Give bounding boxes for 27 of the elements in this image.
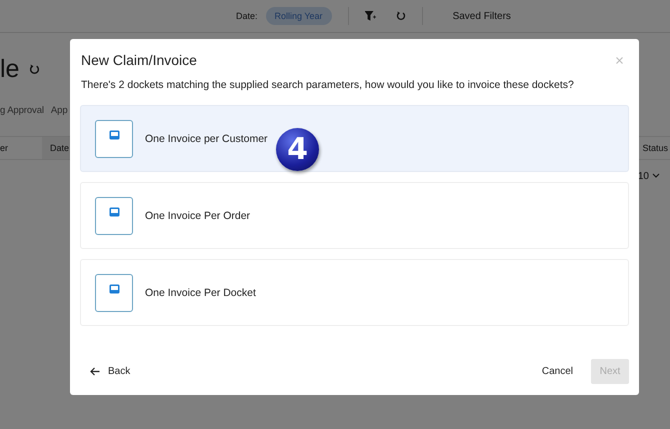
option-label: One Invoice per Customer xyxy=(145,132,268,144)
back-button[interactable]: Back xyxy=(86,362,134,381)
inbox-icon xyxy=(108,284,120,294)
chevron-down-icon[interactable] xyxy=(652,173,660,179)
column-header: Status xyxy=(642,142,669,155)
invoice-option[interactable]: One Invoice Per Order xyxy=(80,182,629,249)
inbox-icon xyxy=(108,206,120,216)
refresh-icon[interactable] xyxy=(396,11,406,21)
invoice-option[interactable]: One Invoice per Customer 4 xyxy=(80,105,629,172)
column-header: er xyxy=(0,142,10,155)
option-label: One Invoice Per Order xyxy=(145,210,250,222)
page-title: le xyxy=(0,54,20,84)
date-label: Date: xyxy=(236,11,258,21)
saved-filters-link[interactable]: Saved Filters xyxy=(452,10,511,22)
invoice-option[interactable]: One Invoice Per Docket xyxy=(80,259,629,326)
filter-add-icon[interactable] xyxy=(364,11,376,21)
dialog-message: There's 2 dockets matching the supplied search parameters, how would you like to invoice these dockets? xyxy=(81,79,575,91)
page-size-value[interactable]: 10 xyxy=(638,170,649,182)
step-badge: 4 xyxy=(276,128,319,171)
tab[interactable]: g Approval xyxy=(0,105,44,116)
dialog-title: New Claim/Invoice xyxy=(81,52,197,68)
option-label: One Invoice Per Docket xyxy=(145,286,256,298)
tab[interactable]: App xyxy=(50,105,68,116)
inbox-icon xyxy=(108,130,120,140)
arrow-left-icon xyxy=(90,367,100,376)
refresh-icon[interactable] xyxy=(29,64,40,74)
cancel-button[interactable]: Cancel xyxy=(538,362,577,381)
